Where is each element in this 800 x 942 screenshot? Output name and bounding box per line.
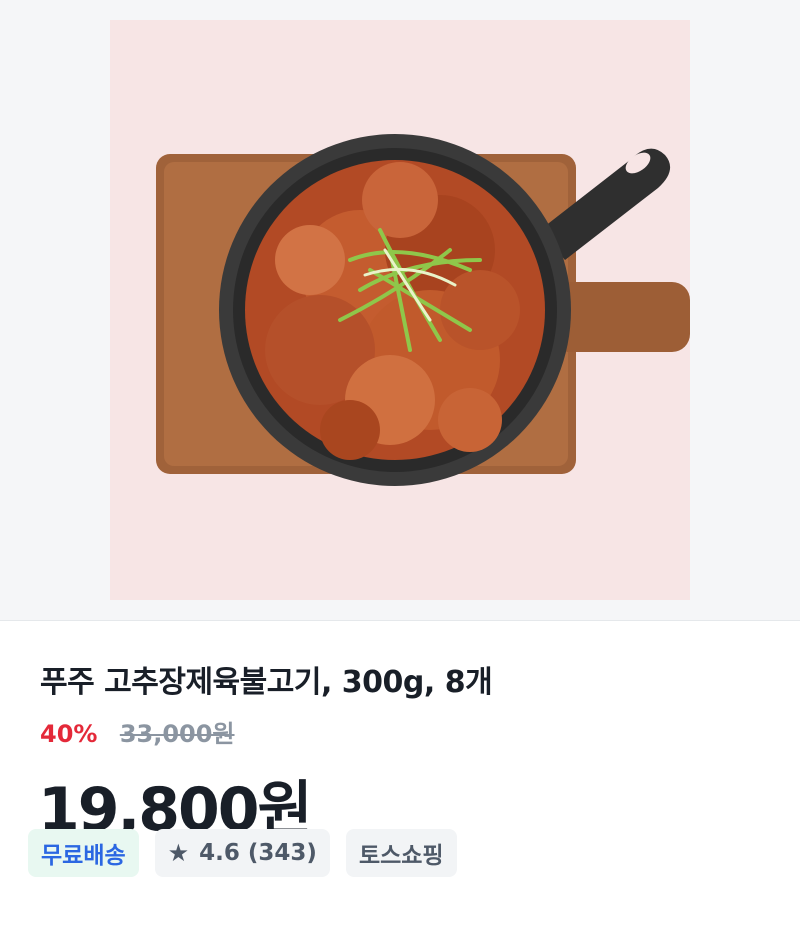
store-badge[interactable]: 토스쇼핑: [345, 829, 457, 877]
product-image-area: [0, 0, 800, 620]
original-price: 33,000원: [119, 720, 235, 748]
product-image[interactable]: [110, 20, 690, 600]
review-count: (343): [247, 840, 317, 866]
product-info: 푸주 고추장제육불고기, 300g, 8개 40% 33,000원 19,800…: [0, 621, 800, 942]
rating-badge[interactable]: ★ 4.6 (343): [154, 829, 330, 877]
rating-value: 4.6: [199, 840, 240, 866]
star-icon: ★: [167, 839, 190, 867]
store-label: 토스쇼핑: [358, 843, 444, 869]
badge-list: 무료배송 ★ 4.6 (343) 토스쇼핑: [28, 829, 457, 877]
product-title[interactable]: 푸주 고추장제육불고기, 300g, 8개: [40, 657, 493, 701]
free-shipping-badge: 무료배송: [28, 829, 139, 877]
bulgogi-skillet-illustration: [110, 20, 690, 600]
discount-rate: 40%: [40, 720, 98, 748]
discount-row: 40% 33,000원: [40, 714, 235, 749]
free-shipping-label: 무료배송: [41, 843, 126, 869]
